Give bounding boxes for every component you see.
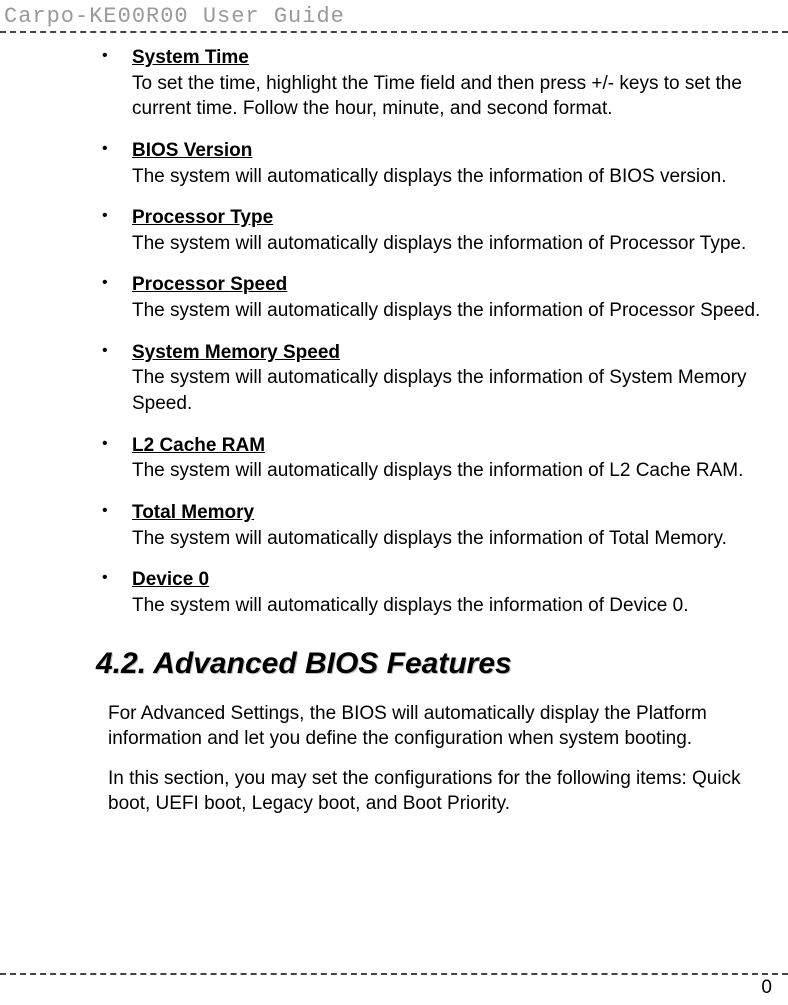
item-title: BIOS Version xyxy=(132,138,778,164)
item-desc: The system will automatically displays t… xyxy=(132,460,743,481)
footer-divider xyxy=(0,973,788,975)
list-item: System Time To set the time, highlight t… xyxy=(96,45,778,122)
item-title: System Memory Speed xyxy=(132,340,778,366)
item-title: Device 0 xyxy=(132,567,778,593)
info-list: System Time To set the time, highlight t… xyxy=(96,45,778,619)
item-desc: To set the time, highlight the Time fiel… xyxy=(132,73,742,120)
header-title: Carpo-KE00R00 User Guide xyxy=(0,0,788,29)
header-divider xyxy=(0,31,788,33)
item-desc: The system will automatically displays t… xyxy=(132,528,727,549)
list-item: L2 Cache RAM The system will automatical… xyxy=(96,433,778,484)
page-number: 0 xyxy=(761,977,772,999)
item-title: L2 Cache RAM xyxy=(132,433,778,459)
section-paragraph: In this section, you may set the configu… xyxy=(96,766,778,817)
section-heading: 4.2. Advanced BIOS Features xyxy=(96,647,778,681)
list-item: System Memory Speed The system will auto… xyxy=(96,340,778,417)
item-desc: The system will automatically displays t… xyxy=(132,300,760,321)
item-title: Processor Speed xyxy=(132,272,778,298)
item-desc: The system will automatically displays t… xyxy=(132,367,747,414)
section-paragraph: For Advanced Settings, the BIOS will aut… xyxy=(96,701,778,752)
list-item: Total Memory The system will automatical… xyxy=(96,500,778,551)
list-item: BIOS Version The system will automatical… xyxy=(96,138,778,189)
item-desc: The system will automatically displays t… xyxy=(132,233,746,254)
item-desc: The system will automatically displays t… xyxy=(132,595,689,616)
item-title: Processor Type xyxy=(132,205,778,231)
content: System Time To set the time, highlight t… xyxy=(0,45,788,817)
item-desc: The system will automatically displays t… xyxy=(132,166,727,187)
list-item: Processor Type The system will automatic… xyxy=(96,205,778,256)
item-title: Total Memory xyxy=(132,500,778,526)
list-item: Processor Speed The system will automati… xyxy=(96,272,778,323)
list-item: Device 0 The system will automatically d… xyxy=(96,567,778,618)
item-title: System Time xyxy=(132,45,778,71)
